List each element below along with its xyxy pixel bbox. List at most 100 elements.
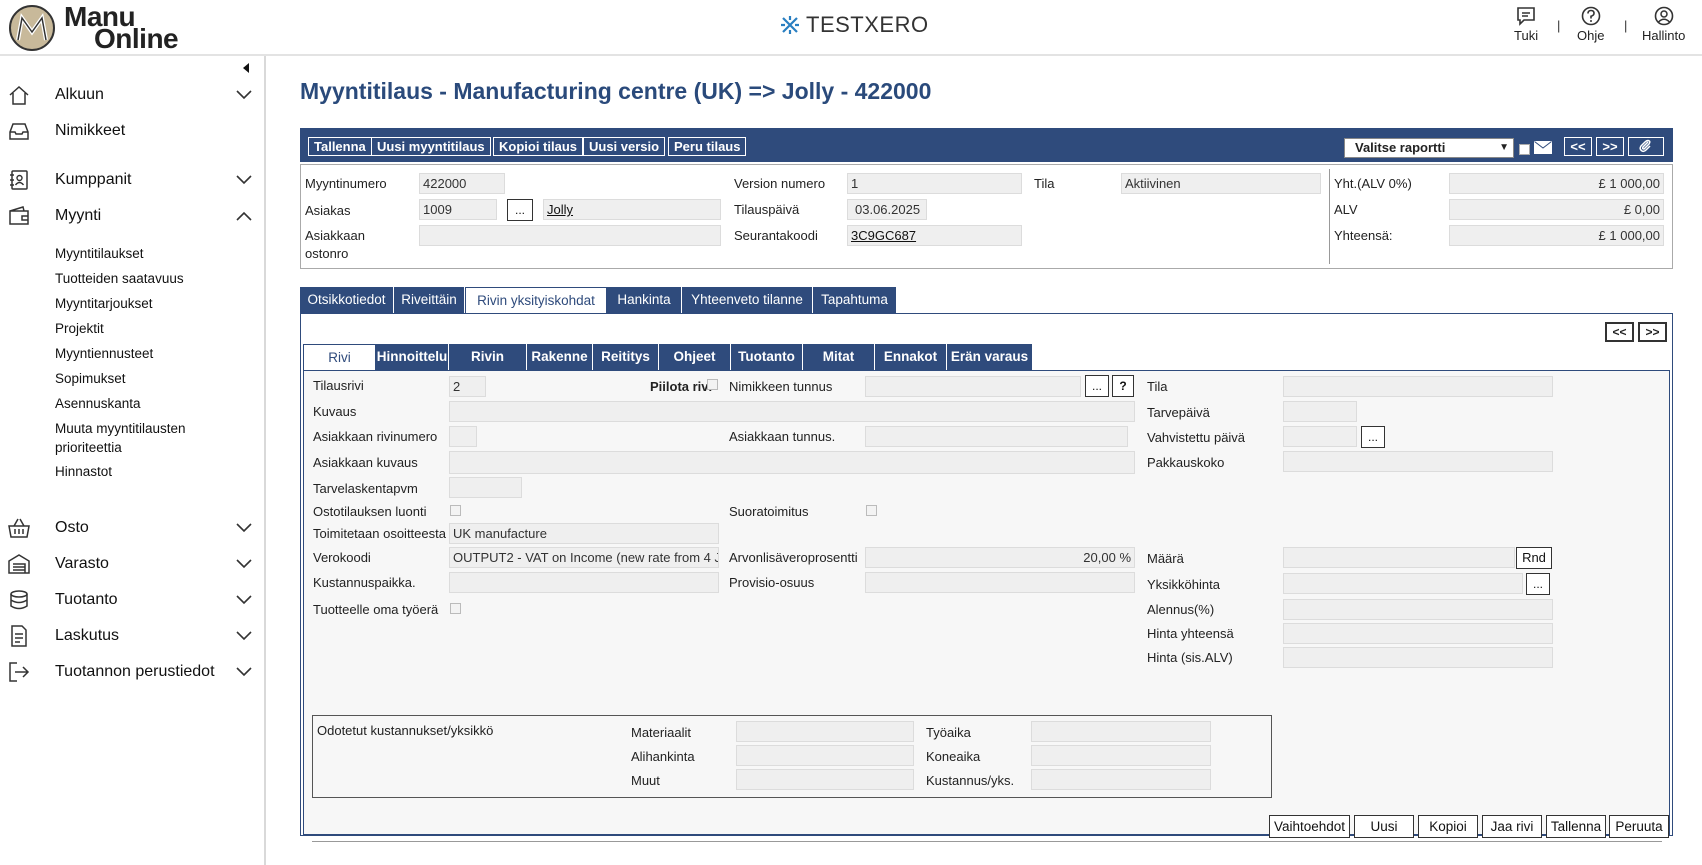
sidebar-sub-myyntiennusteet[interactable]: Myyntiennusteet	[55, 344, 255, 363]
next-order-button[interactable]: >>	[1596, 137, 1624, 156]
order-row-field[interactable]: 2	[449, 376, 486, 397]
commission-field[interactable]	[865, 572, 1135, 593]
subtab-rivi[interactable]: Rivi	[303, 344, 376, 370]
subtab-eran-varaus[interactable]: Erän varaus	[947, 344, 1033, 370]
confirmed-date-field[interactable]	[1283, 426, 1357, 447]
item-help-button[interactable]: ?	[1112, 375, 1134, 397]
quantity-field[interactable]	[1283, 547, 1515, 568]
description-field[interactable]	[449, 401, 1135, 422]
save-order-button[interactable]: Tallenna	[308, 137, 372, 156]
sidebar-item-kumppanit[interactable]: Kumppanit	[0, 163, 264, 197]
sidebar-sub-sopimukset[interactable]: Sopimukset	[55, 369, 255, 388]
attachment-button[interactable]	[1628, 137, 1664, 156]
price-incl-vat-label: Hinta (sis.ALV)	[1147, 650, 1233, 665]
round-button[interactable]: Rnd	[1516, 547, 1552, 569]
sidebar-item-nimikkeet[interactable]: Nimikkeet	[0, 114, 264, 148]
customer-name-link[interactable]: Jolly	[543, 199, 721, 220]
new-row-button[interactable]: Uusi	[1354, 815, 1414, 838]
sidebar-item-laskutus[interactable]: Laskutus	[0, 619, 264, 653]
tab-riveittain[interactable]: Riveittäin	[394, 287, 465, 313]
confirmed-date-picker-button[interactable]: ...	[1361, 426, 1385, 448]
split-row-button[interactable]: Jaa rivi	[1482, 815, 1542, 838]
own-work-lot-label: Tuotteelle oma työerä	[313, 602, 439, 617]
prev-order-button[interactable]: <<	[1564, 137, 1592, 156]
unit-price-field[interactable]	[1283, 573, 1523, 594]
customer-description-field[interactable]	[449, 451, 1135, 474]
subtab-ohjeet[interactable]: Ohjeet	[659, 344, 731, 370]
row-status-field	[1283, 376, 1553, 397]
new-sales-order-button[interactable]: Uusi myyntitilaus	[371, 137, 491, 156]
create-po-checkbox[interactable]	[450, 505, 461, 516]
customer-item-code-field[interactable]	[865, 426, 1128, 447]
cancel-order-button[interactable]: Peru tilaus	[668, 137, 747, 156]
customer-id-field[interactable]: 1009	[419, 199, 497, 220]
customer-lookup-button[interactable]: ...	[507, 199, 533, 221]
collapse-sidebar-icon[interactable]	[240, 62, 252, 74]
item-code-field[interactable]	[865, 376, 1081, 397]
prev-row-button[interactable]: <<	[1605, 322, 1634, 342]
cost-center-field[interactable]	[449, 572, 719, 593]
tax-code-field[interactable]: OUTPUT2 - VAT on Income (new rate from 4…	[449, 547, 719, 568]
own-work-lot-checkbox[interactable]	[450, 603, 461, 614]
new-version-button[interactable]: Uusi versio	[583, 137, 666, 156]
support-link[interactable]: Tuki	[1514, 6, 1538, 43]
sidebar-sub-myyntitarjoukset[interactable]: Myyntitarjoukset	[55, 294, 255, 313]
admin-link[interactable]: Hallinto	[1642, 6, 1685, 43]
need-date-field[interactable]	[1283, 401, 1357, 422]
status-field: Aktiivinen	[1121, 173, 1321, 194]
subtab-mitat[interactable]: Mitat	[803, 344, 875, 370]
sidebar-sub-projektit[interactable]: Projektit	[55, 319, 255, 338]
tab-hankinta[interactable]: Hankinta	[607, 287, 682, 313]
sidebar-item-tuotannon-perustiedot[interactable]: Tuotannon perustiedot	[0, 655, 264, 689]
tab-otsikkotiedot[interactable]: Otsikkotiedot	[300, 287, 394, 313]
cancel-row-button[interactable]: Peruuta	[1609, 815, 1669, 838]
total-excl-vat-field: £ 1 000,00	[1449, 173, 1664, 194]
sales-number-field[interactable]: 422000	[419, 173, 505, 194]
sidebar-sub-asennuskanta[interactable]: Asennuskanta	[55, 394, 255, 413]
sidebar-item-tuotanto[interactable]: Tuotanto	[0, 583, 264, 617]
pack-size-field[interactable]	[1283, 451, 1553, 472]
subtab-rivin-tilanne[interactable]: Rivin tilanne	[449, 344, 527, 390]
customer-po-field[interactable]	[419, 225, 721, 246]
discount-field[interactable]	[1283, 599, 1553, 620]
manu-online-logo[interactable]: Manu Online	[8, 1, 198, 54]
sidebar-item-label: Osto	[55, 519, 89, 536]
customer-row-number-field[interactable]	[449, 426, 477, 447]
ship-from-field[interactable]: UK manufacture	[449, 523, 719, 544]
planning-date-field[interactable]	[449, 477, 522, 498]
copy-order-button[interactable]: Kopioi tilaus	[493, 137, 583, 156]
report-select[interactable]: Valitse raportti ▼	[1344, 138, 1514, 158]
sidebar-item-varasto[interactable]: Varasto	[0, 547, 264, 581]
sidebar-sub-prioriteetti[interactable]: Muuta myyntitilausten prioriteettia	[55, 419, 215, 457]
subtab-ennakot[interactable]: Ennakot	[875, 344, 947, 370]
header-separator: |	[1557, 18, 1561, 33]
subtab-hinnoittelu[interactable]: Hinnoittelu	[376, 344, 449, 370]
report-checkbox[interactable]	[1519, 144, 1530, 155]
save-row-button[interactable]: Tallenna	[1546, 815, 1606, 838]
subtab-reititys[interactable]: Reititys	[593, 344, 659, 370]
sidebar-item-alkuun[interactable]: Alkuun	[0, 78, 264, 112]
order-date-field[interactable]: 03.06.2025	[847, 199, 927, 220]
sidebar-item-myynti[interactable]: Myynti	[0, 199, 264, 233]
subtab-tuotanto[interactable]: Tuotanto	[731, 344, 803, 370]
version-field[interactable]: 1	[847, 173, 1022, 194]
tab-rivin-yksityiskohdat[interactable]: Rivin yksityiskohdat	[465, 287, 607, 313]
sidebar-sub-tuotteiden-saatavuus[interactable]: Tuotteiden saatavuus	[55, 269, 255, 288]
tracking-code-link[interactable]: 3C9GC687	[847, 225, 1022, 246]
next-row-button[interactable]: >>	[1638, 322, 1667, 342]
sidebar-sub-hinnastot[interactable]: Hinnastot	[55, 462, 255, 481]
sidebar-item-osto[interactable]: Osto	[0, 511, 264, 545]
copy-row-button[interactable]: Kopioi	[1418, 815, 1478, 838]
mail-icon[interactable]	[1534, 141, 1552, 154]
tab-yhteenveto-tilanne[interactable]: Yhteenveto tilanne	[682, 287, 813, 313]
subtab-rakenne[interactable]: Rakenne	[527, 344, 593, 370]
unit-price-lookup-button[interactable]: ...	[1526, 573, 1550, 595]
help-link[interactable]: Ohje	[1577, 6, 1604, 43]
options-button[interactable]: Vaihtoehdot	[1269, 815, 1350, 838]
sidebar-sub-myyntitilaukset[interactable]: Myyntitilaukset	[55, 244, 255, 263]
direct-delivery-checkbox[interactable]	[866, 505, 877, 516]
item-lookup-button[interactable]: ...	[1085, 375, 1109, 397]
tab-tapahtuma[interactable]: Tapahtuma	[813, 287, 897, 313]
hide-row-checkbox[interactable]	[707, 379, 718, 390]
cost-center-label: Kustannuspaikka.	[313, 575, 416, 590]
